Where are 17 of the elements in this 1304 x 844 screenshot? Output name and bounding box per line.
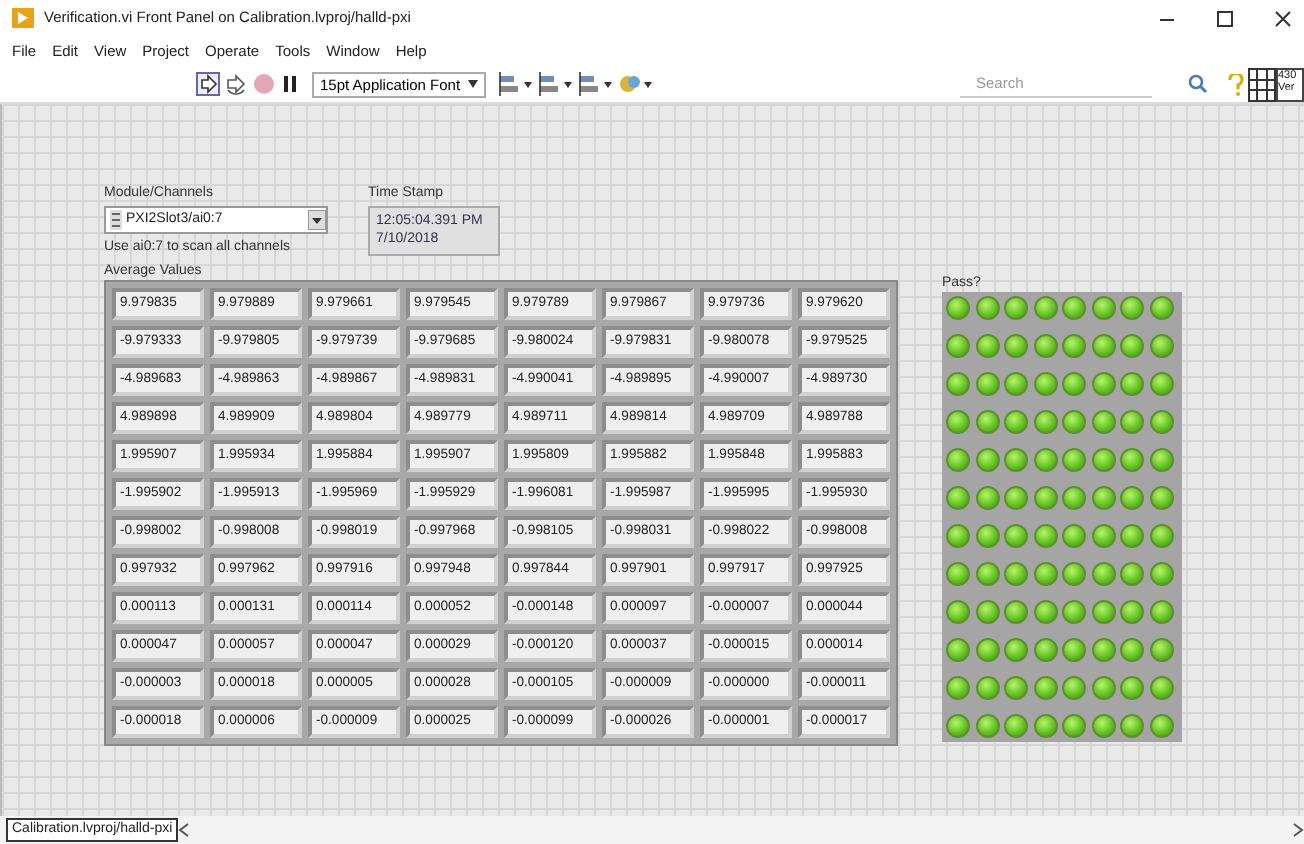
- run-arrow-icon[interactable]: [196, 72, 220, 96]
- search-icon[interactable]: [1188, 74, 1208, 94]
- scroll-right-icon[interactable]: [1292, 822, 1304, 838]
- run-continuously-icon[interactable]: [224, 72, 248, 96]
- app-icon: [12, 8, 34, 28]
- distribute-objects-icon[interactable]: [538, 72, 575, 96]
- scroll-left-icon[interactable]: [178, 822, 191, 838]
- resize-objects-icon[interactable]: [578, 72, 615, 96]
- align-objects-icon[interactable]: [498, 72, 535, 96]
- io-name-icon: [110, 210, 122, 230]
- connector-pane-icon[interactable]: [1248, 67, 1276, 101]
- maximize-icon[interactable]: [1216, 9, 1234, 27]
- caret-icon: [468, 80, 479, 88]
- close-icon[interactable]: [1274, 9, 1292, 27]
- reorder-icon[interactable]: [618, 72, 655, 96]
- pause-icon[interactable]: [280, 72, 300, 96]
- dropdown-arrow-icon: [308, 210, 326, 230]
